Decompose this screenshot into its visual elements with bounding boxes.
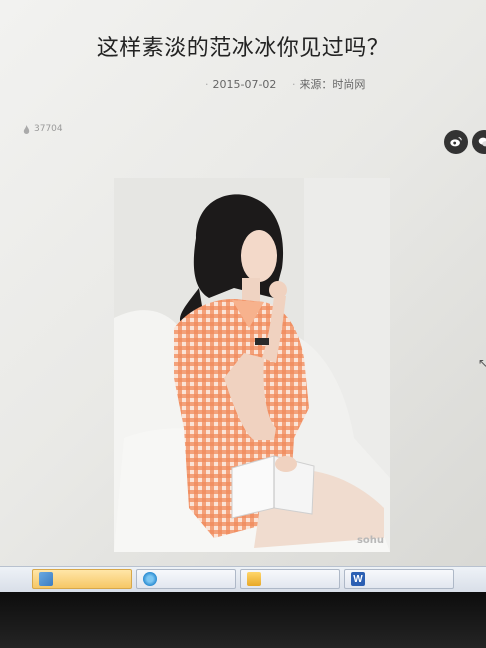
fire-icon [23, 124, 30, 134]
article-page: 这样素淡的范冰冰你见过吗？ · 2015-07-02 · 来源：时尚网 37704 [0, 0, 486, 566]
woman-reading-illustration [114, 178, 390, 552]
share-bar [444, 130, 486, 154]
taskbar-item-folder[interactable] [240, 569, 340, 589]
word-icon: W [351, 572, 365, 586]
taskbar-item-word[interactable]: W [344, 569, 454, 589]
browser-icon [143, 572, 157, 586]
monitor-bezel [0, 592, 486, 648]
photo-watermark: sohu [356, 535, 384, 546]
article-photo: sohu [114, 178, 390, 552]
taskbar: W [0, 566, 486, 593]
meta-bullet: · [291, 78, 296, 91]
view-count: 37704 [22, 124, 63, 134]
monitor-screen: 这样素淡的范冰冰你见过吗？ · 2015-07-02 · 来源：时尚网 37704 [0, 0, 486, 648]
taskbar-item-browser[interactable] [136, 569, 236, 589]
mouse-cursor-icon: ↖ [478, 356, 486, 370]
photo-viewer-icon [39, 572, 53, 586]
weibo-icon [450, 137, 462, 147]
folder-icon [247, 572, 261, 586]
article-title: 这样素淡的范冰冰你见过吗？ [96, 36, 390, 61]
article-source: 来源：时尚网 [299, 78, 366, 91]
weibo-share-button[interactable] [444, 130, 468, 154]
wechat-icon [478, 137, 486, 147]
article-meta: · 2015-07-02 · 来源：时尚网 [205, 76, 377, 92]
wechat-share-button[interactable] [472, 130, 486, 154]
article-date: 2015-07-02 [212, 78, 277, 91]
taskbar-item-photo-viewer[interactable] [32, 569, 132, 589]
meta-bullet: · [205, 78, 209, 91]
view-count-value: 37704 [34, 124, 63, 134]
